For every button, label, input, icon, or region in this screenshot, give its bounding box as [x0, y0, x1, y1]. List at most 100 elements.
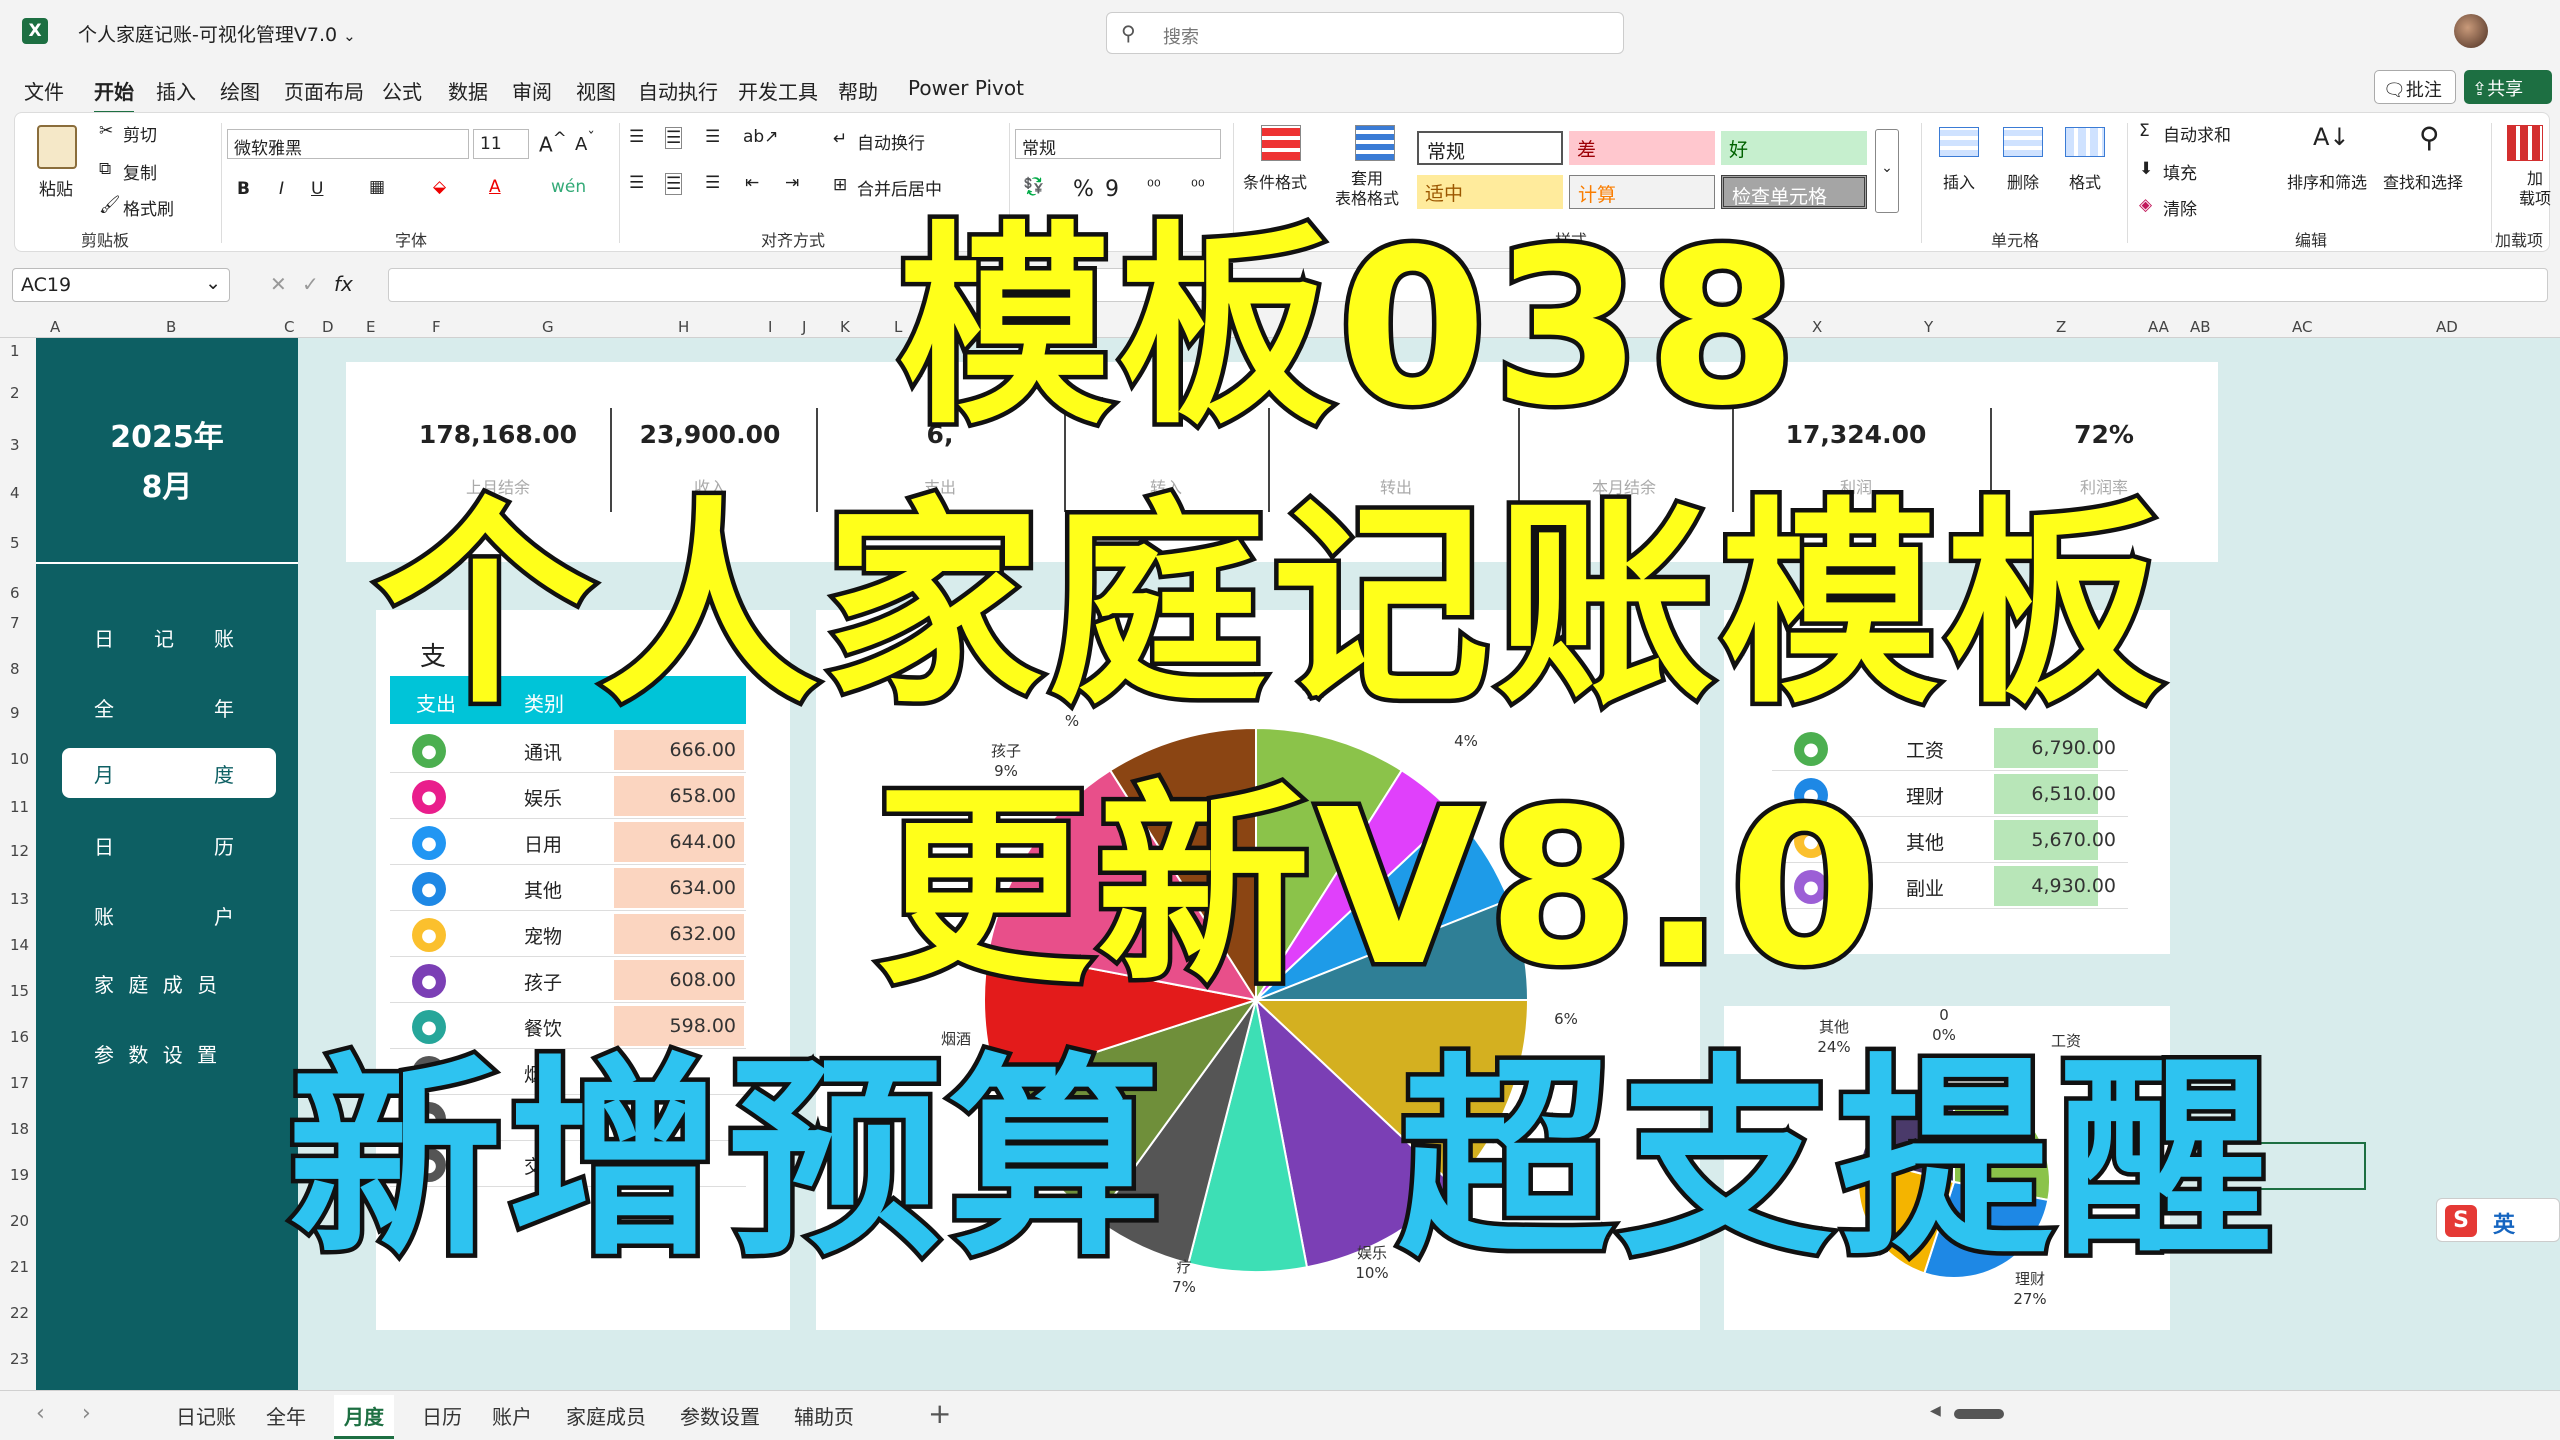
- menu-view[interactable]: 视图: [576, 76, 616, 105]
- table-format-icon[interactable]: [1355, 125, 1395, 161]
- insert-cells-button[interactable]: 插入: [1943, 169, 1975, 193]
- column-header[interactable]: J: [802, 318, 806, 336]
- row-header[interactable]: 12: [10, 842, 29, 860]
- find-select-button[interactable]: 查找和选择: [2383, 169, 2463, 193]
- column-header[interactable]: H: [678, 318, 689, 336]
- row-header[interactable]: 18: [10, 1120, 29, 1138]
- sidebar-item-year[interactable]: 全 年: [62, 682, 276, 732]
- column-header[interactable]: E: [366, 318, 375, 336]
- share-button[interactable]: ⇪共享: [2464, 70, 2552, 104]
- column-header[interactable]: AB: [2190, 318, 2211, 336]
- sheet-tab-family[interactable]: 家庭成员: [566, 1401, 646, 1430]
- row-header[interactable]: 4: [10, 484, 20, 502]
- grow-font-button[interactable]: A^: [539, 129, 567, 157]
- conditional-format-icon[interactable]: [1261, 125, 1301, 161]
- horizontal-scrollbar[interactable]: ◀: [1930, 1403, 2550, 1419]
- menu-developer[interactable]: 开发工具: [738, 76, 818, 105]
- style-good[interactable]: 好: [1721, 131, 1867, 165]
- percent-icon[interactable]: %: [1073, 177, 1094, 202]
- menu-draw[interactable]: 绘图: [220, 76, 260, 105]
- sheet-tab-journal[interactable]: 日记账: [176, 1401, 236, 1430]
- row-header[interactable]: 10: [10, 750, 29, 768]
- column-header[interactable]: AC: [2292, 318, 2312, 336]
- delete-cells-icon[interactable]: [2003, 127, 2043, 157]
- ime-indicator[interactable]: S 英: [2436, 1198, 2560, 1242]
- row-header[interactable]: 2: [10, 384, 20, 402]
- currency-icon[interactable]: 💱: [1023, 177, 1044, 197]
- row-header[interactable]: 13: [10, 890, 29, 908]
- column-header[interactable]: AA: [2148, 318, 2169, 336]
- font-size-select[interactable]: 11: [473, 129, 529, 159]
- indent-decrease-icon[interactable]: ⇤: [745, 173, 759, 193]
- sheet-tab-month[interactable]: 月度: [334, 1395, 394, 1439]
- sheet-tab-calendar[interactable]: 日历: [422, 1401, 462, 1430]
- underline-button[interactable]: U: [311, 179, 323, 199]
- conditional-format-button[interactable]: 条件格式: [1243, 169, 1307, 193]
- align-left-icon[interactable]: ☰: [629, 173, 644, 193]
- sidebar-item-settings[interactable]: 参 数 设 置: [62, 1028, 276, 1078]
- align-right-icon[interactable]: ☰: [705, 173, 720, 193]
- sort-filter-button[interactable]: 排序和筛选: [2287, 169, 2367, 193]
- clear-button[interactable]: 清除: [2163, 195, 2197, 220]
- font-color-icon[interactable]: A: [489, 177, 501, 197]
- font-name-select[interactable]: 微软雅黑: [227, 129, 469, 159]
- addins-icon[interactable]: [2507, 125, 2543, 161]
- row-header[interactable]: 16: [10, 1028, 29, 1046]
- styles-gallery-scroll[interactable]: ⌄: [1875, 129, 1899, 213]
- menu-data[interactable]: 数据: [448, 76, 488, 105]
- column-header[interactable]: Z: [2056, 318, 2066, 336]
- cut-button[interactable]: 剪切: [123, 121, 157, 146]
- row-header[interactable]: 5: [10, 534, 20, 552]
- column-header[interactable]: K: [840, 318, 850, 336]
- borders-icon[interactable]: ▦: [369, 177, 385, 197]
- insert-function-icon[interactable]: fx: [334, 272, 353, 296]
- style-normal[interactable]: 常规: [1417, 131, 1563, 165]
- align-top-icon[interactable]: ☰: [629, 127, 644, 147]
- addins-button[interactable]: 加 载项: [2519, 169, 2551, 209]
- row-header[interactable]: 1: [10, 342, 20, 360]
- increase-decimal-icon[interactable]: ⁰⁰: [1147, 177, 1161, 197]
- merge-center-button[interactable]: 合并后居中: [857, 175, 942, 200]
- row-header[interactable]: 23: [10, 1350, 29, 1368]
- fill-color-icon[interactable]: ⬙: [433, 177, 446, 197]
- sheet-tab-accounts[interactable]: 账户: [492, 1401, 532, 1430]
- sidebar-item-family[interactable]: 家 庭 成 员: [62, 958, 276, 1008]
- menu-insert[interactable]: 插入: [156, 76, 196, 105]
- column-header[interactable]: X: [1812, 318, 1822, 336]
- column-header[interactable]: C: [284, 318, 294, 336]
- row-header[interactable]: 11: [10, 798, 29, 816]
- scroll-thumb[interactable]: [1954, 1409, 2004, 1419]
- menu-formulas[interactable]: 公式: [382, 76, 422, 105]
- orientation-icon[interactable]: ab↗: [743, 127, 778, 147]
- column-header[interactable]: B: [166, 318, 176, 336]
- row-header[interactable]: 3: [10, 436, 20, 454]
- sidebar-item-journal[interactable]: 日 记 账: [62, 612, 276, 662]
- column-header[interactable]: AD: [2436, 318, 2458, 336]
- paste-icon[interactable]: [37, 125, 77, 169]
- row-header[interactable]: 9: [10, 704, 20, 722]
- phonetic-icon[interactable]: wén: [551, 177, 586, 197]
- format-cells-icon[interactable]: [2065, 127, 2105, 157]
- add-sheet-icon[interactable]: +: [928, 1397, 951, 1430]
- row-header[interactable]: 15: [10, 982, 29, 1000]
- decrease-decimal-icon[interactable]: ⁰⁰: [1191, 177, 1205, 197]
- column-header[interactable]: D: [322, 318, 334, 336]
- chevron-left-icon[interactable]: ‹: [36, 1401, 45, 1426]
- paste-button[interactable]: 粘贴: [39, 175, 73, 200]
- format-cells-button[interactable]: 格式: [2069, 169, 2101, 193]
- row-header[interactable]: 22: [10, 1304, 29, 1322]
- menu-page-layout[interactable]: 页面布局: [284, 76, 364, 105]
- column-header[interactable]: A: [50, 318, 60, 336]
- menu-power-pivot[interactable]: Power Pivot: [908, 76, 1024, 100]
- row-header[interactable]: 19: [10, 1166, 29, 1184]
- sidebar-item-month[interactable]: 月 度: [62, 748, 276, 798]
- column-header[interactable]: I: [768, 318, 772, 336]
- column-header[interactable]: F: [432, 318, 441, 336]
- italic-button[interactable]: I: [279, 179, 284, 199]
- user-avatar[interactable]: [2454, 14, 2488, 48]
- cancel-icon[interactable]: ✕: [270, 272, 287, 296]
- sheet-tab-year[interactable]: 全年: [266, 1401, 306, 1430]
- table-format-button[interactable]: 套用 表格格式: [1335, 169, 1399, 209]
- menu-file[interactable]: 文件: [24, 76, 64, 105]
- search-box[interactable]: ⚲ 搜索: [1106, 12, 1624, 54]
